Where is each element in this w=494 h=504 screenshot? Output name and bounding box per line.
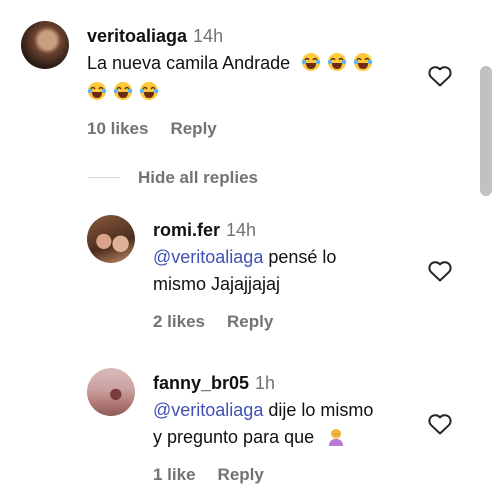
mention-link[interactable]: @veritoaliaga xyxy=(153,247,263,267)
comment-meta: 10 likes Reply xyxy=(87,119,239,139)
comment-text: La nueva camila Andrade xyxy=(87,50,417,106)
reply-button[interactable]: Reply xyxy=(170,119,216,138)
avatar-fanny-br05[interactable] xyxy=(87,368,135,416)
laugh-emoji-icon xyxy=(113,82,133,100)
reply-text: @veritoaliaga dije lo mismo y pregunto p… xyxy=(153,397,423,451)
avatar-romi-fer[interactable] xyxy=(87,215,135,263)
mention-link[interactable]: @veritoaliaga xyxy=(153,400,263,420)
timestamp: 14h xyxy=(193,26,224,46)
laugh-emoji-icon xyxy=(87,82,107,100)
avatar-veritoaliaga[interactable] xyxy=(21,21,69,69)
reply-text-line: pensé lo xyxy=(263,247,337,267)
reply-button[interactable]: Reply xyxy=(227,312,273,331)
laugh-emoji-icon xyxy=(353,53,373,71)
like-heart-icon[interactable] xyxy=(428,260,452,282)
reply-meta: 2 likes Reply xyxy=(153,312,295,332)
likes-count[interactable]: 10 likes xyxy=(87,119,148,138)
like-heart-icon[interactable] xyxy=(428,65,452,87)
username[interactable]: fanny_br05 xyxy=(153,373,249,393)
laugh-emoji-icon xyxy=(139,82,159,100)
laugh-emoji-icon xyxy=(301,53,321,71)
timestamp: 1h xyxy=(255,373,276,393)
comment-header: veritoaliaga 14h xyxy=(87,26,223,47)
likes-count[interactable]: 2 likes xyxy=(153,312,205,331)
username[interactable]: veritoaliaga xyxy=(87,26,187,46)
person-facepalming-emoji-icon xyxy=(329,429,344,446)
comment-text-line: La nueva camila Andrade xyxy=(87,53,291,73)
likes-count[interactable]: 1 like xyxy=(153,465,196,484)
laugh-emoji-icon xyxy=(327,53,347,71)
reply-meta: 1 like Reply xyxy=(153,465,286,485)
reply-text: @veritoaliaga pensé lo mismo Jajajjajaj xyxy=(153,244,413,298)
reply-header: fanny_br05 1h xyxy=(153,373,275,394)
reply-text-line: mismo Jajajjajaj xyxy=(153,274,281,294)
laugh-emoji-group xyxy=(87,79,417,106)
timestamp: 14h xyxy=(226,220,257,240)
username[interactable]: romi.fer xyxy=(153,220,220,240)
hide-replies-button[interactable]: Hide all replies xyxy=(138,168,258,188)
like-heart-icon[interactable] xyxy=(428,413,452,435)
reply-text-line: dije lo mismo xyxy=(263,400,374,420)
reply-header: romi.fer 14h xyxy=(153,220,256,241)
scrollbar-thumb[interactable] xyxy=(480,66,492,196)
reply-text-line: y pregunto para que xyxy=(153,427,315,447)
laugh-emoji-group xyxy=(301,53,379,73)
reply-button[interactable]: Reply xyxy=(218,465,264,484)
divider xyxy=(88,177,120,178)
